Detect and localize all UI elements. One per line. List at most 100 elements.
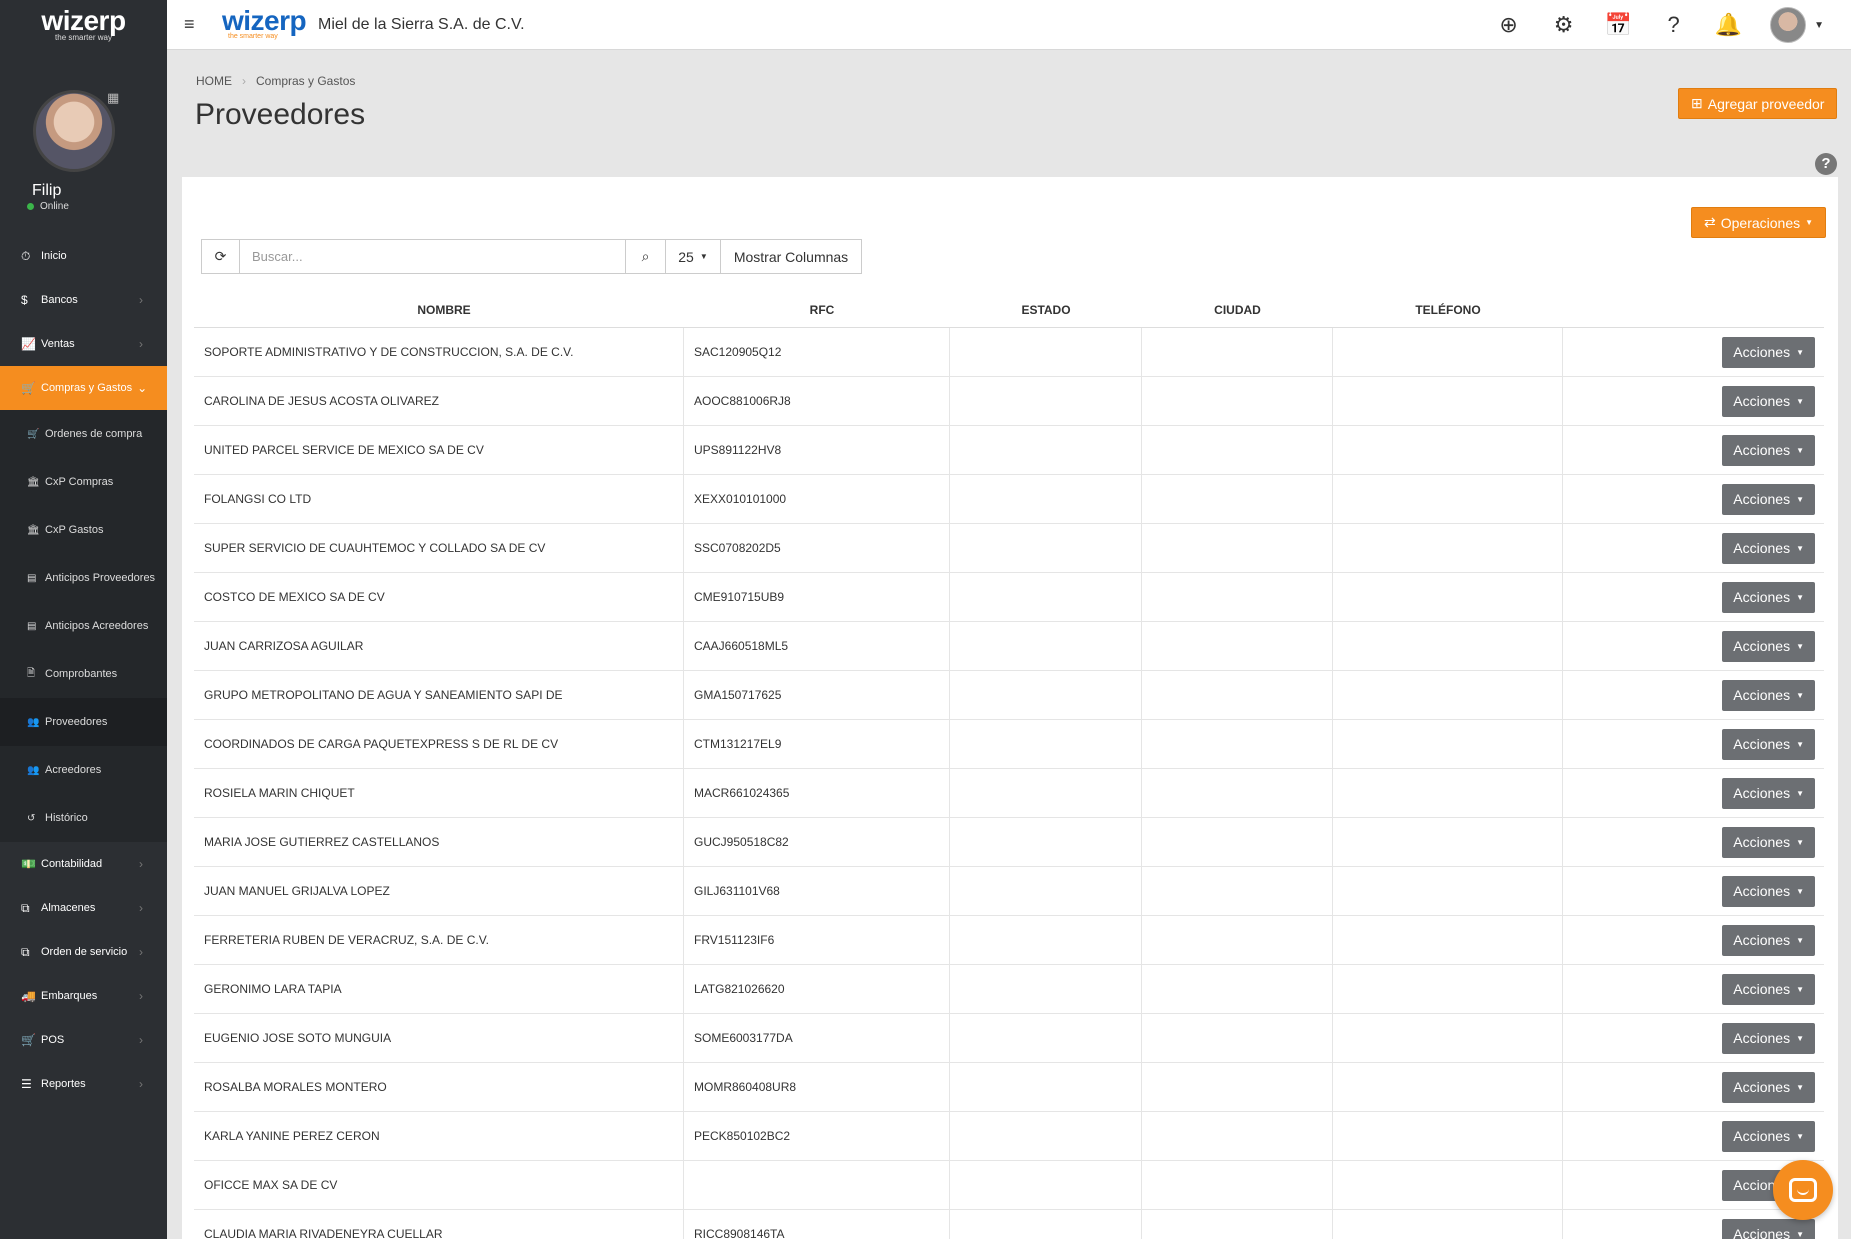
- sidebar-item-almacenes[interactable]: ⧉ Almacenes ›: [0, 886, 167, 930]
- actions-dropdown-button[interactable]: Acciones ▼: [1722, 1022, 1815, 1054]
- cell-telefono: [1333, 915, 1563, 965]
- sidebar-item-ventas[interactable]: 📈 Ventas ›: [0, 322, 167, 366]
- actions-dropdown-button[interactable]: Acciones ▼: [1722, 532, 1815, 564]
- caret-down-icon: ▼: [1805, 218, 1814, 227]
- sidebar-item-orden-de-servicio[interactable]: ⧉ Orden de servicio ›: [0, 930, 167, 974]
- column-header-nombre[interactable]: NOMBRE: [194, 303, 684, 317]
- help-icon[interactable]: ?: [1815, 153, 1837, 175]
- submenu-item-cxp-compras[interactable]: 🏛 CxP Compras: [0, 458, 167, 506]
- actions-dropdown-button[interactable]: Acciones ▼: [1722, 875, 1815, 907]
- sidebar-logo[interactable]: wizerp the smarter way: [0, 0, 167, 50]
- cell-telefono: [1333, 1111, 1563, 1161]
- truck-icon: 🚚: [21, 989, 36, 1003]
- cell-estado: [950, 572, 1142, 622]
- calendar-icon[interactable]: ▦: [107, 90, 119, 106]
- page-size-select[interactable]: 25 ▼: [665, 239, 721, 274]
- column-header-telefono[interactable]: TELÉFONO: [1333, 303, 1563, 317]
- add-circle-icon[interactable]: ⊕: [1481, 12, 1536, 38]
- cell-estado: [950, 1111, 1142, 1161]
- actions-dropdown-button[interactable]: Acciones ▼: [1722, 728, 1815, 760]
- submenu-item-historico[interactable]: ↺ Histórico: [0, 794, 167, 842]
- sidebar-item-embarques[interactable]: 🚚 Embarques ›: [0, 974, 167, 1018]
- cell-actions: Acciones ▼: [1563, 916, 1824, 965]
- topbar-logo[interactable]: wizerp the smarter way: [222, 5, 307, 45]
- operations-label: Operaciones: [1720, 214, 1801, 231]
- refresh-icon: ⟳: [214, 248, 227, 264]
- sidebar-item-compras-y-gastos[interactable]: 🛒 Compras y Gastos ⌄: [0, 366, 167, 410]
- actions-dropdown-button[interactable]: Acciones ▼: [1722, 777, 1815, 809]
- actions-label: Acciones: [1733, 1030, 1791, 1046]
- submenu-item-anticipos-proveedores[interactable]: ▤ Anticipos Proveedores: [0, 554, 167, 602]
- column-header-ciudad[interactable]: CIUDAD: [1142, 303, 1333, 317]
- actions-dropdown-button[interactable]: Acciones ▼: [1722, 483, 1815, 515]
- submenu-item-proveedores[interactable]: 👥 Proveedores: [0, 698, 167, 746]
- add-provider-button[interactable]: ⊞ Agregar proveedor: [1678, 88, 1838, 119]
- sidebar-item-pos[interactable]: 🛒 POS ›: [0, 1018, 167, 1062]
- sidebar-item-contabilidad[interactable]: 💵 Contabilidad ›: [0, 842, 167, 886]
- refresh-button[interactable]: ⟳: [201, 239, 240, 274]
- sidebar-item-reportes[interactable]: ☰ Reportes ›: [0, 1062, 167, 1106]
- actions-dropdown-button[interactable]: Acciones ▼: [1722, 1120, 1815, 1152]
- table-row: FERRETERIA RUBEN DE VERACRUZ, S.A. DE C.…: [194, 915, 1824, 965]
- actions-dropdown-button[interactable]: Acciones ▼: [1722, 581, 1815, 613]
- actions-dropdown-button[interactable]: Acciones ▼: [1722, 826, 1815, 858]
- hamburger-menu-icon[interactable]: ≡: [184, 14, 195, 35]
- actions-dropdown-button[interactable]: Acciones ▼: [1722, 385, 1815, 417]
- actions-dropdown-button[interactable]: Acciones ▼: [1722, 973, 1815, 1005]
- caret-down-icon: ▼: [1796, 788, 1804, 798]
- question-icon[interactable]: ?: [1646, 12, 1701, 38]
- history-icon: ↺: [27, 812, 36, 824]
- submenu-item-acreedores[interactable]: 👥 Acreedores: [0, 746, 167, 794]
- caret-down-icon: ▼: [1796, 445, 1804, 455]
- chat-launcher-button[interactable]: [1773, 1160, 1833, 1220]
- show-columns-button[interactable]: Mostrar Columnas: [720, 239, 862, 274]
- cell-ciudad: [1142, 670, 1333, 720]
- submenu-item-ordenes-de-compra[interactable]: 🛒 Ordenes de compra: [0, 410, 167, 458]
- table-row: JUAN CARRIZOSA AGUILAR CAAJ660518ML5 Accio…: [194, 621, 1824, 671]
- actions-dropdown-button[interactable]: Acciones ▼: [1722, 679, 1815, 711]
- caret-down-icon[interactable]: ▼: [1814, 20, 1824, 31]
- add-provider-label: Agregar proveedor: [1707, 95, 1825, 112]
- cell-estado: [950, 327, 1142, 377]
- operations-button[interactable]: ⇄ Operaciones ▼: [1691, 207, 1827, 238]
- breadcrumb: HOME › Compras y Gastos: [196, 74, 355, 88]
- actions-dropdown-button[interactable]: Acciones ▼: [1722, 434, 1815, 466]
- providers-panel: ⇄ Operaciones ▼ ⟳ Buscar... ⌕ 25 ▼ Mostr…: [182, 177, 1838, 1239]
- column-header-rfc[interactable]: RFC: [684, 303, 950, 317]
- chevron-right-icon: ›: [139, 989, 143, 1003]
- actions-dropdown-button[interactable]: Acciones ▼: [1722, 630, 1815, 662]
- sidebar-item-inicio[interactable]: ⏱ Inicio: [0, 234, 167, 278]
- actions-dropdown-button[interactable]: Acciones ▼: [1722, 336, 1815, 368]
- cell-estado: [950, 719, 1142, 769]
- cell-estado: [950, 670, 1142, 720]
- submenu-item-anticipos-acreedores[interactable]: ▤ Anticipos Acreedores: [0, 602, 167, 650]
- actions-dropdown-button[interactable]: Acciones ▼: [1722, 924, 1815, 956]
- cell-estado: [950, 376, 1142, 426]
- caret-down-icon: ▼: [1796, 935, 1804, 945]
- actions-dropdown-button[interactable]: Acciones ▼: [1722, 1071, 1815, 1103]
- cell-rfc: AOOC881006RJ8: [684, 376, 950, 426]
- cell-estado: [950, 621, 1142, 671]
- cell-nombre: CLAUDIA MARIA RIVADENEYRA CUELLAR: [194, 1209, 684, 1239]
- submenu-item-label: Anticipos Proveedores: [45, 572, 156, 584]
- actions-dropdown-button[interactable]: Acciones ▼: [1722, 1218, 1815, 1239]
- search-input[interactable]: Buscar...: [239, 239, 626, 274]
- cell-nombre: MARIA JOSE GUTIERREZ CASTELLANOS: [194, 817, 684, 867]
- actions-label: Acciones: [1733, 834, 1791, 850]
- cell-telefono: [1333, 425, 1563, 475]
- submenu-item-comprobantes[interactable]: 🗎 Comprobantes: [0, 650, 167, 698]
- cell-rfc: [684, 1160, 950, 1210]
- breadcrumb-current[interactable]: Compras y Gastos: [256, 74, 355, 88]
- search-button[interactable]: ⌕: [625, 239, 666, 274]
- user-avatar-menu[interactable]: [1770, 7, 1807, 43]
- calendar-icon[interactable]: 📅: [1591, 12, 1646, 38]
- cogs-icon[interactable]: ⚙: [1536, 12, 1591, 38]
- cell-ciudad: [1142, 1062, 1333, 1112]
- submenu-item-cxp-gastos[interactable]: 🏛 CxP Gastos: [0, 506, 167, 554]
- topbar-actions: ⊕ ⚙ 📅? 🔔 ▼: [1481, 0, 1851, 50]
- bell-icon[interactable]: 🔔: [1701, 12, 1756, 38]
- avatar[interactable]: [33, 90, 115, 172]
- sidebar-item-bancos[interactable]: $ Bancos ›: [0, 278, 167, 322]
- breadcrumb-home[interactable]: HOME: [196, 74, 232, 88]
- column-header-estado[interactable]: ESTADO: [950, 303, 1142, 317]
